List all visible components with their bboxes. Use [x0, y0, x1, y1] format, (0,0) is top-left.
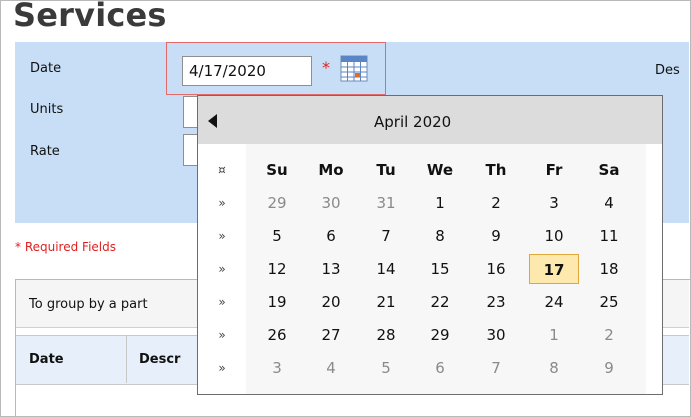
column-divider[interactable]	[126, 335, 127, 383]
calendar-day[interactable]: 16	[471, 254, 521, 284]
calendar-day[interactable]: 1	[415, 188, 465, 218]
calendar-day[interactable]: 15	[415, 254, 465, 284]
calendar-day[interactable]: 1	[529, 320, 579, 350]
calendar-day[interactable]: 7	[361, 221, 411, 251]
calendar-month-label[interactable]: April 2020	[374, 113, 451, 131]
calendar-day[interactable]: 22	[415, 287, 465, 317]
select-week-icon[interactable]: »	[198, 295, 246, 309]
column-header-date[interactable]: Date	[29, 352, 64, 367]
calendar-day[interactable]: 31	[361, 188, 411, 218]
calendar-day[interactable]: 27	[306, 320, 356, 350]
calendar-day[interactable]: 9	[584, 353, 634, 383]
calendar-day[interactable]: 4	[584, 188, 634, 218]
calendar-day[interactable]: 12	[252, 254, 302, 284]
calendar-day[interactable]: 18	[584, 254, 634, 284]
calendar-day[interactable]: 30	[471, 320, 521, 350]
calendar-day[interactable]: 26	[252, 320, 302, 350]
weekday-header: Th	[485, 161, 507, 179]
calendar-day[interactable]: 5	[252, 221, 302, 251]
units-label: Units	[30, 102, 64, 117]
select-all-weeks-icon[interactable]: ¤	[198, 163, 246, 177]
select-week-icon[interactable]: »	[198, 328, 246, 342]
weekday-header: Mo	[318, 161, 344, 179]
calendar-icon[interactable]	[339, 53, 369, 83]
triangle-left-icon[interactable]	[208, 114, 217, 128]
rate-label: Rate	[30, 144, 60, 159]
calendar-day[interactable]: 11	[584, 221, 634, 251]
calendar-day[interactable]: 7	[471, 353, 521, 383]
calendar-day[interactable]: 9	[471, 221, 521, 251]
calendar-day[interactable]: 13	[306, 254, 356, 284]
calendar-day[interactable]: 20	[306, 287, 356, 317]
calendar-header: April 2020	[198, 96, 662, 144]
calendar-day[interactable]: 8	[415, 221, 465, 251]
calendar-day[interactable]: 14	[361, 254, 411, 284]
calendar-day[interactable]: 19	[252, 287, 302, 317]
calendar-day[interactable]: 3	[529, 188, 579, 218]
calendar-day[interactable]: 28	[361, 320, 411, 350]
column-header-description[interactable]: Descr	[139, 352, 180, 367]
calendar-day[interactable]: 24	[529, 287, 579, 317]
select-week-icon[interactable]: »	[198, 361, 246, 375]
calendar-day[interactable]: 10	[529, 221, 579, 251]
calendar-day[interactable]: 6	[415, 353, 465, 383]
weekday-header: Sa	[598, 161, 620, 179]
calendar-day[interactable]: 30	[306, 188, 356, 218]
calendar-day[interactable]: 29	[415, 320, 465, 350]
required-fields-note: * Required Fields	[15, 240, 116, 254]
calendar-day[interactable]: 3	[252, 353, 302, 383]
group-by-hint: To group by a part	[29, 297, 148, 312]
calendar-day[interactable]: 2	[471, 188, 521, 218]
calendar-day[interactable]: 4	[306, 353, 356, 383]
weekday-header: We	[426, 161, 454, 179]
weekday-header: Su	[266, 161, 288, 179]
select-week-icon[interactable]: »	[198, 229, 246, 243]
select-week-icon[interactable]: »	[198, 262, 246, 276]
calendar-day[interactable]: 29	[252, 188, 302, 218]
select-week-icon[interactable]: »	[198, 196, 246, 210]
calendar-day[interactable]: 23	[471, 287, 521, 317]
calendar-day[interactable]: 2	[584, 320, 634, 350]
weekday-header: Fr	[545, 161, 563, 179]
calendar-day[interactable]: 21	[361, 287, 411, 317]
weekday-header: Tu	[376, 161, 396, 179]
calendar-day[interactable]: 5	[361, 353, 411, 383]
date-input[interactable]	[182, 56, 312, 86]
required-star: *	[322, 58, 330, 77]
calendar-day[interactable]: 25	[584, 287, 634, 317]
date-label: Date	[30, 61, 62, 76]
calendar-popup: April 2020 Su Mo Tu We Th Fr Sa ¤»»»»»» 29 30 31 1 2…	[197, 95, 663, 395]
description-label: Des	[655, 63, 680, 78]
page-title: Services	[13, 0, 167, 34]
calendar-day[interactable]: 8	[529, 353, 579, 383]
calendar-day[interactable]: 6	[306, 221, 356, 251]
calendar-day-selected[interactable]: 17	[529, 254, 579, 284]
